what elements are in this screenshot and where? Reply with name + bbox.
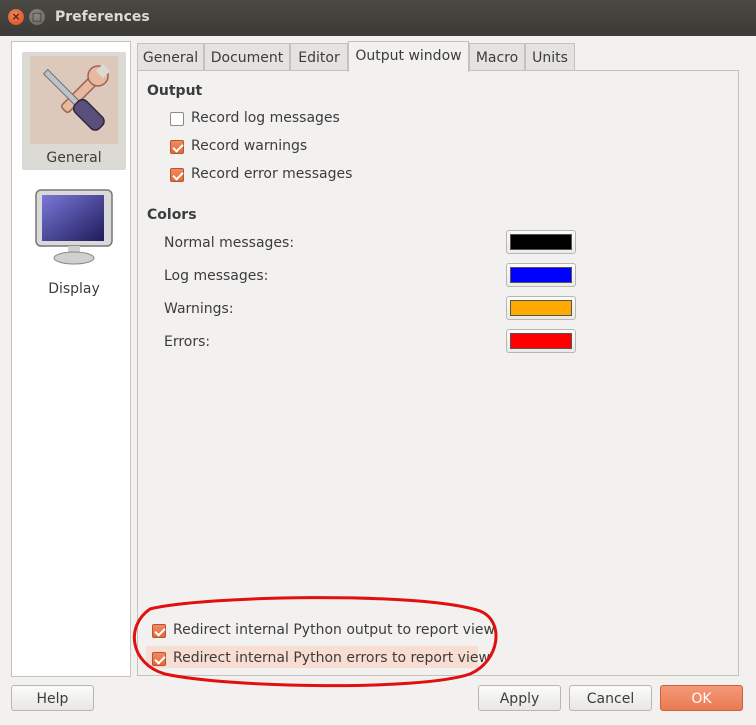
monitor-icon	[35, 189, 113, 265]
redirect-output-label: Redirect internal Python output to repor…	[173, 622, 495, 638]
tab-macro[interactable]: Macro	[469, 43, 525, 71]
color-swatch	[510, 267, 572, 283]
sidebar-item-label: Display	[48, 281, 100, 297]
redirect-errors-label: Redirect internal Python errors to repor…	[173, 650, 490, 666]
sidebar-item-label: General	[46, 150, 102, 166]
color-swatch	[510, 234, 572, 250]
apply-button[interactable]: Apply	[478, 685, 561, 711]
errors-color-button[interactable]	[506, 329, 576, 353]
color-swatch	[510, 300, 572, 316]
window-title: Preferences	[55, 9, 150, 25]
tab-general[interactable]: General	[137, 43, 204, 71]
color-swatch	[510, 333, 572, 349]
ok-button[interactable]: OK	[660, 685, 743, 711]
output-section-title: Output	[147, 83, 203, 99]
tab-document[interactable]: Document	[204, 43, 290, 71]
record-log-checkbox[interactable]	[170, 112, 184, 126]
errors-label: Errors:	[164, 334, 211, 350]
preferences-dialog: General Display General Document Editor …	[0, 36, 756, 725]
title-bar: × □ Preferences	[0, 0, 756, 36]
sidebar-item-display[interactable]: Display	[22, 182, 126, 300]
log-messages-color-button[interactable]	[506, 263, 576, 287]
close-icon[interactable]: ×	[8, 9, 24, 25]
normal-messages-color-button[interactable]	[506, 230, 576, 254]
log-messages-label: Log messages:	[164, 268, 269, 284]
tab-editor[interactable]: Editor	[290, 43, 348, 71]
record-errors-checkbox[interactable]	[170, 168, 184, 182]
colors-section-title: Colors	[147, 207, 197, 223]
record-warnings-label: Record warnings	[191, 138, 308, 154]
cancel-button[interactable]: Cancel	[569, 685, 652, 711]
tools-icon	[30, 56, 118, 144]
tab-output-window[interactable]: Output window	[348, 41, 469, 72]
redirect-errors-checkbox[interactable]	[152, 652, 166, 666]
warnings-label: Warnings:	[164, 301, 234, 317]
normal-messages-label: Normal messages:	[164, 235, 295, 251]
tab-units[interactable]: Units	[525, 43, 575, 71]
warnings-color-button[interactable]	[506, 296, 576, 320]
output-window-panel: Output Record log messages Record warnin…	[137, 70, 739, 676]
record-warnings-checkbox[interactable]	[170, 140, 184, 154]
maximize-icon[interactable]: □	[29, 9, 45, 25]
sidebar-item-general[interactable]: General	[22, 52, 126, 170]
help-button[interactable]: Help	[11, 685, 94, 711]
redirect-output-checkbox[interactable]	[152, 624, 166, 638]
record-errors-label: Record error messages	[191, 166, 353, 182]
category-sidebar: General Display	[11, 41, 131, 677]
record-log-label: Record log messages	[191, 110, 340, 126]
